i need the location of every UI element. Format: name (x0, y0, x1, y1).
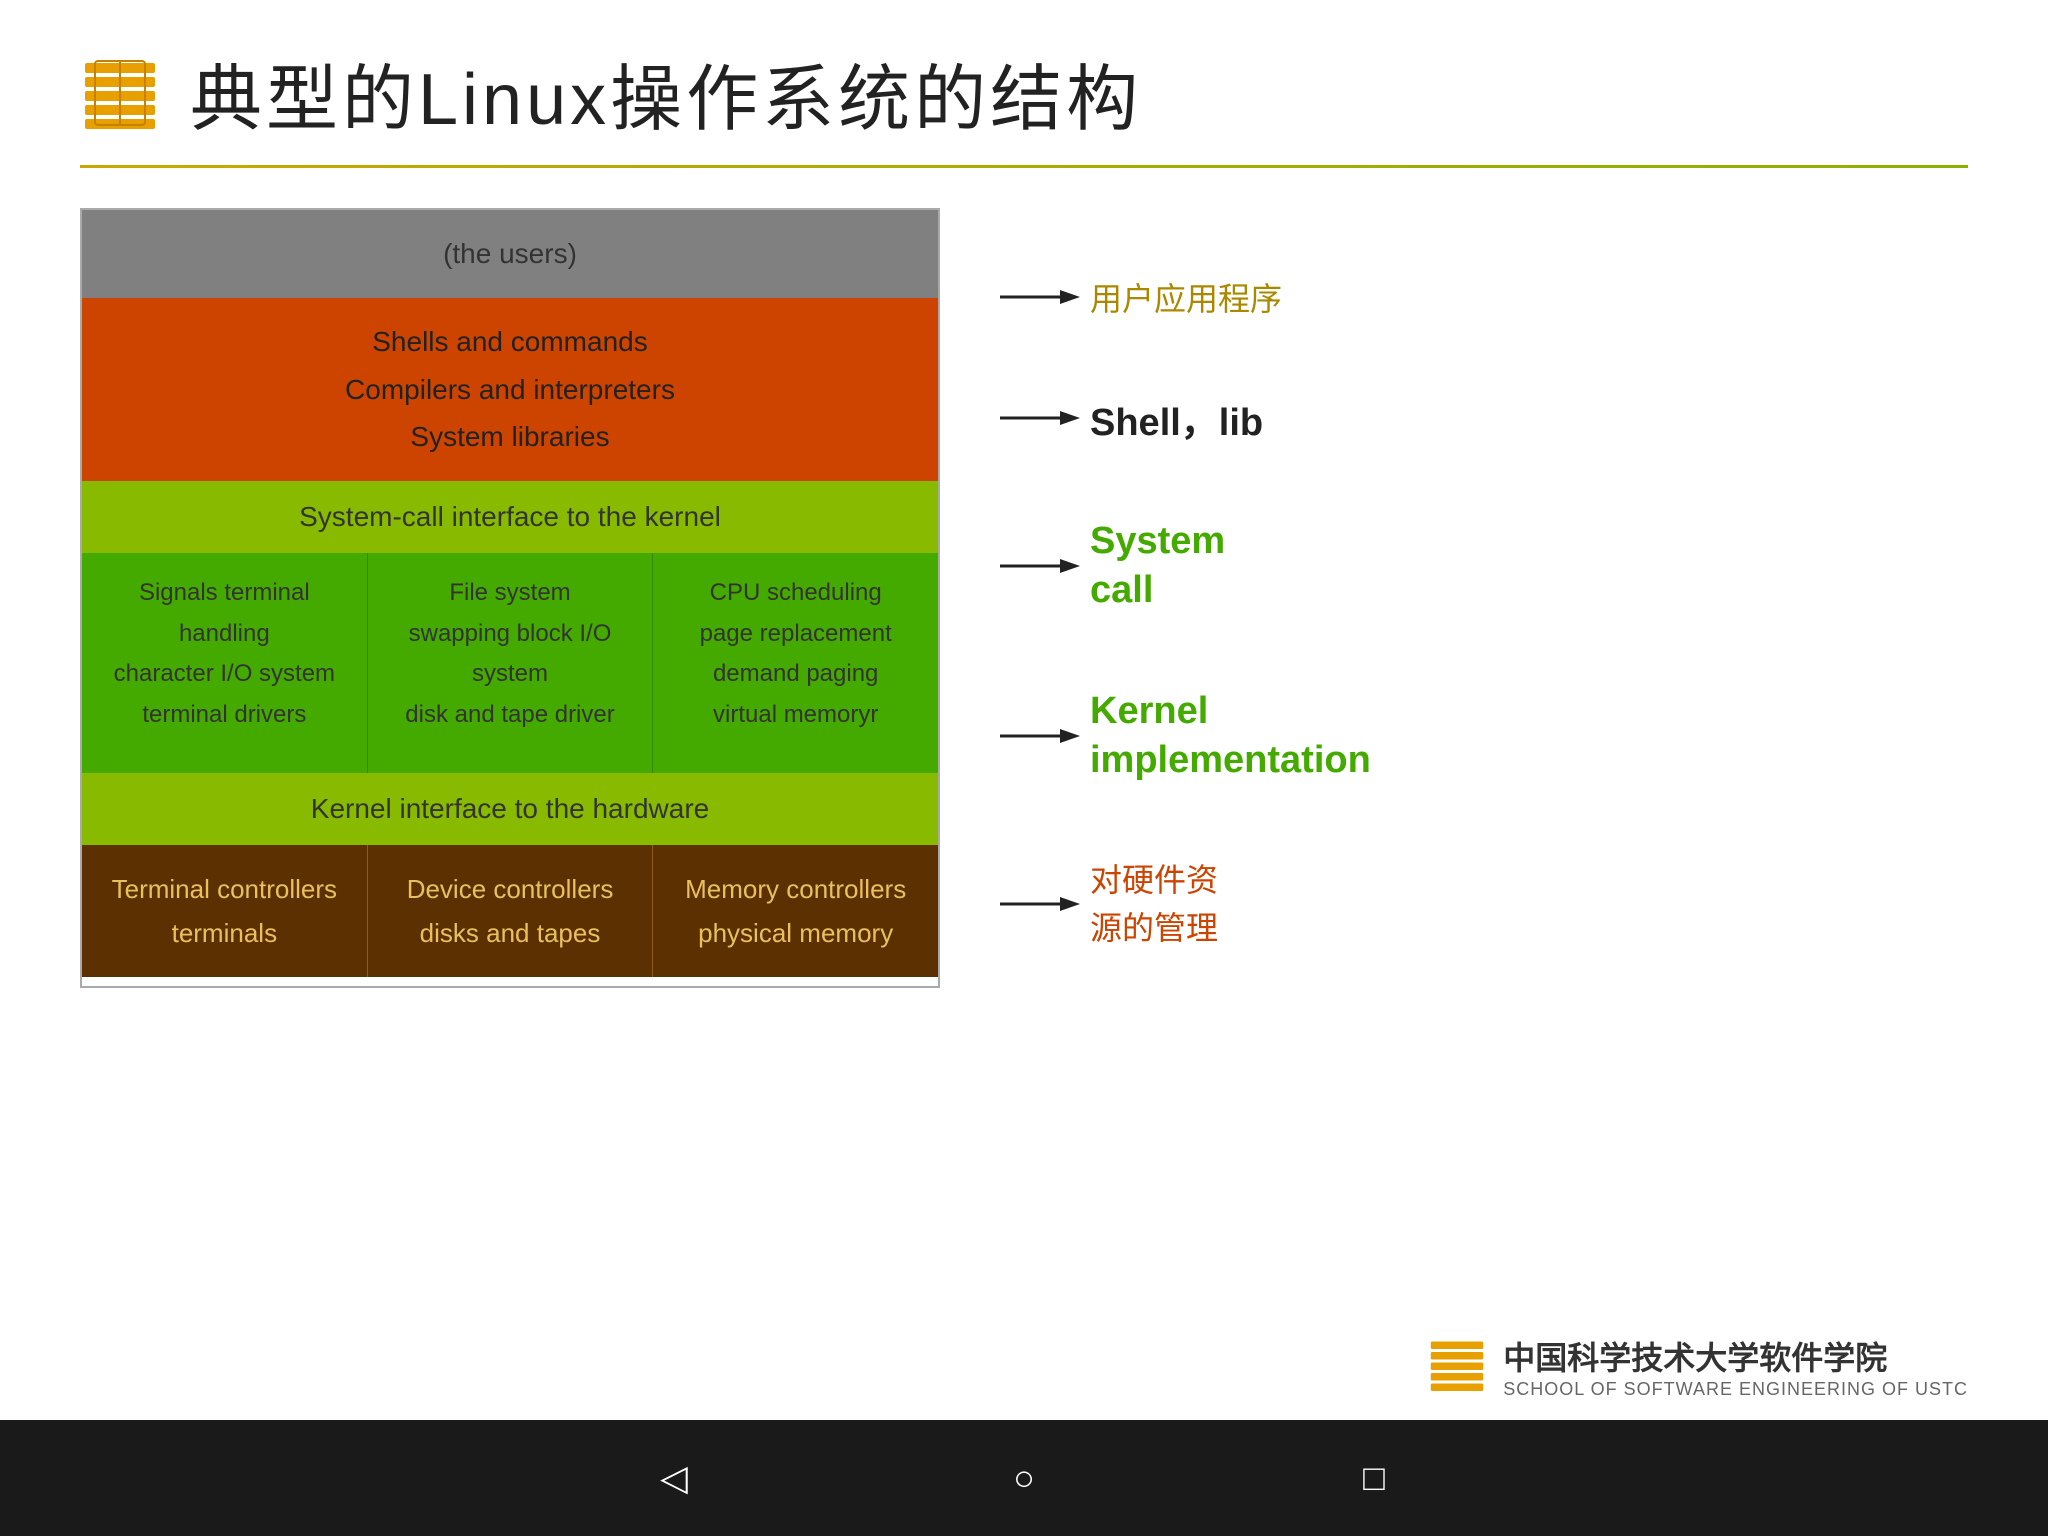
kernel-line1: Kernel (1090, 687, 1371, 736)
arrow-hw-icon (1000, 889, 1080, 919)
ctrl-col-terminal: Terminal controllers terminals (82, 845, 368, 977)
ctrl-col-memory: Memory controllers physical memory (653, 845, 938, 977)
ann-kernel: Kernel implementation (1000, 687, 1968, 786)
android-nav-bar: ◁ ○ □ (0, 1420, 2048, 1536)
home-button[interactable]: ○ (999, 1453, 1049, 1503)
hw-line2: 源的管理 (1090, 904, 1218, 952)
syscall-line2: call (1090, 566, 1225, 615)
hw-line1: 对硬件资 (1090, 856, 1218, 904)
layer-kernel-impl: Signals terminal handling character I/O … (82, 553, 938, 773)
ann-hw: 对硬件资 源的管理 (1000, 856, 1968, 952)
layer-users: (the users) (82, 210, 938, 298)
content: (the users) Shells and commands Compiler… (0, 208, 2048, 988)
school-sub: SCHOOL OF SOFTWARE ENGINEERING OF USTC (1503, 1379, 1968, 1400)
users-label: 用户应用程序 (1090, 274, 1282, 320)
ann-users: 用户应用程序 (1000, 274, 1968, 320)
layer-syscall: System-call interface to the kernel (82, 481, 938, 553)
layer-hw-interface: Kernel interface to the hardware (82, 773, 938, 845)
arrow-users-icon (1000, 282, 1080, 312)
arrow-syscall-icon (1000, 551, 1080, 581)
back-button[interactable]: ◁ (649, 1453, 699, 1503)
layer-controllers: Terminal controllers terminals Device co… (82, 845, 938, 977)
diagram: (the users) Shells and commands Compiler… (80, 208, 940, 988)
school-name: 中国科学技术大学软件学院 (1503, 1333, 1968, 1379)
logo-icon (80, 53, 160, 133)
slide: 典型的Linux操作系统的结构 (the users) Shells and c… (0, 0, 2048, 1420)
arrow-shell-icon (1000, 403, 1080, 433)
syscall-line1: System (1090, 517, 1225, 566)
header: 典型的Linux操作系统的结构 (0, 0, 2048, 165)
page-title: 典型的Linux操作系统的结构 (190, 40, 1142, 145)
bottom-logo-icon (1427, 1334, 1487, 1399)
kernel-col-signals: Signals terminal handling character I/O … (82, 553, 368, 773)
divider (80, 165, 1968, 168)
annotations: 用户应用程序 Shell，lib (1000, 208, 1968, 988)
ctrl-col-device: Device controllers disks and tapes (368, 845, 654, 977)
shell-label: Shell，lib (1090, 391, 1263, 446)
recents-button[interactable]: □ (1349, 1453, 1399, 1503)
bottom-logo-text: 中国科学技术大学软件学院 SCHOOL OF SOFTWARE ENGINEER… (1503, 1333, 1968, 1400)
kernel-line2: implementation (1090, 736, 1371, 785)
ann-syscall: System call (1000, 517, 1968, 616)
arrow-kernel-icon (1000, 721, 1080, 751)
kernel-col-cpu: CPU scheduling page replacement demand p… (653, 553, 938, 773)
layer-orange: Shells and commands Compilers and interp… (82, 298, 938, 481)
kernel-col-filesystem: File system swapping block I/O system di… (368, 553, 654, 773)
ann-shell: Shell，lib (1000, 391, 1968, 446)
bottom-logo: 中国科学技术大学软件学院 SCHOOL OF SOFTWARE ENGINEER… (1427, 1333, 1968, 1400)
